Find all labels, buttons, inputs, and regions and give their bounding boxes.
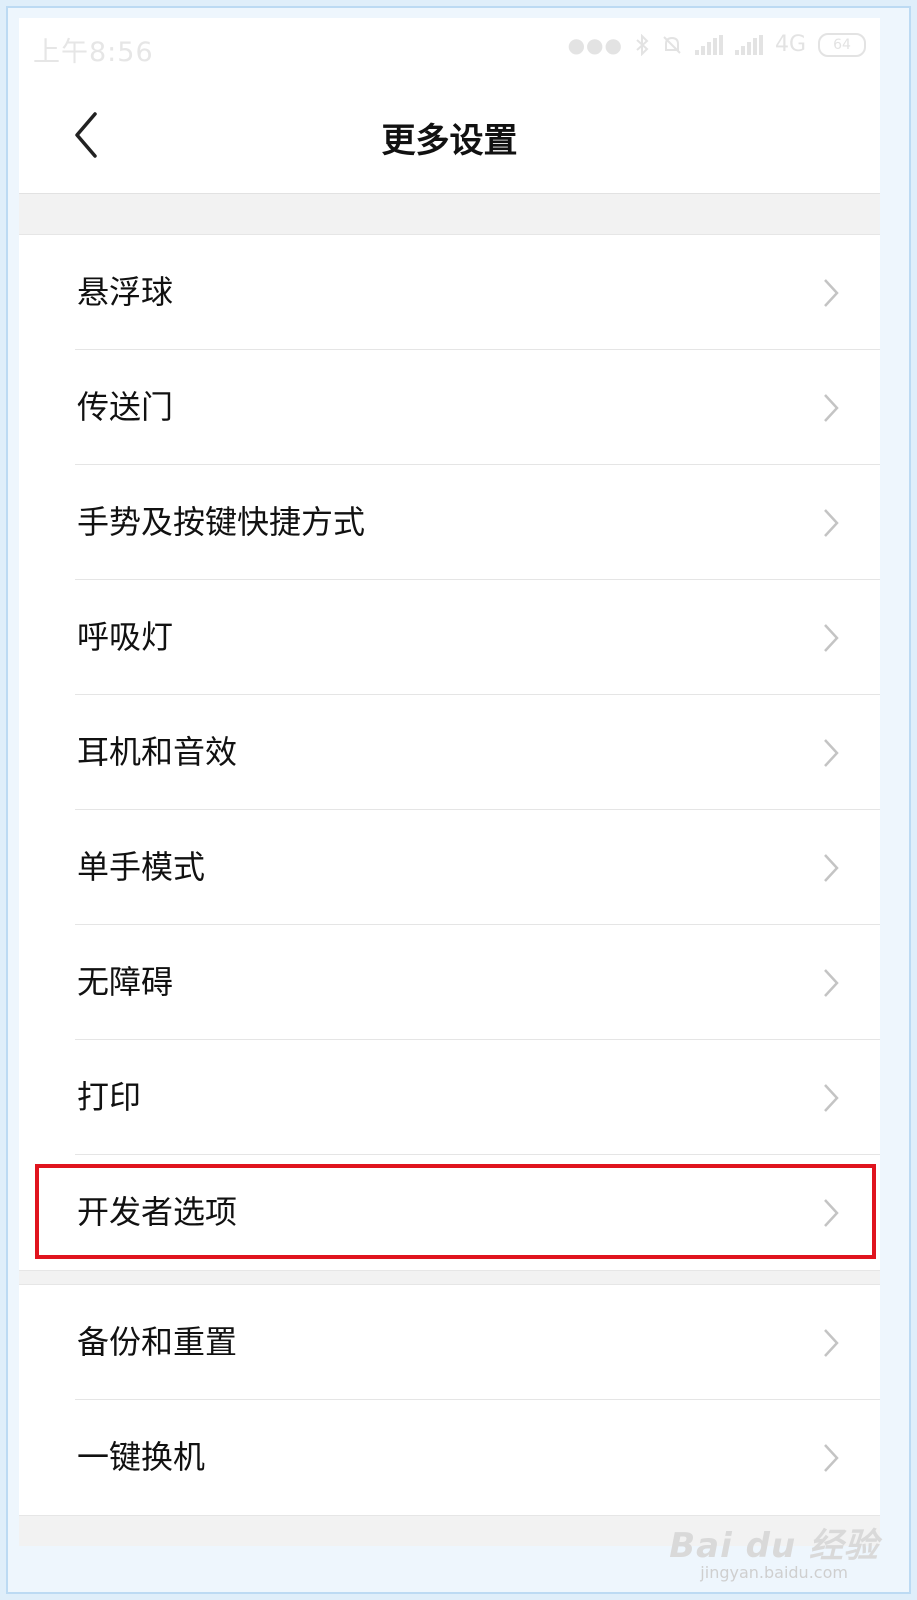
battery-icon: 64 [818,32,866,57]
item-label: 备份和重置 [77,1323,238,1361]
status-time: 上午8:56 [33,37,154,68]
status-icons: ●●● 4G 64 [568,32,866,57]
chevron-right-icon [824,1084,839,1112]
settings-item-developer-options[interactable]: 开发者选项 [19,1155,880,1270]
item-label: 一键换机 [77,1438,206,1476]
dots-icon: ●●● [567,32,623,57]
item-label: 传送门 [77,388,174,426]
phone-screen: 上午8:56 ●●● 4G 64 更多设置 悬浮球 传送门 手势及按键快捷方式 … [19,18,880,1546]
settings-group-2: 备份和重置 一键换机 [19,1284,880,1516]
mute-icon [663,35,681,54]
chevron-right-icon [824,1444,839,1472]
chevron-right-icon [824,1199,839,1227]
item-label: 单手模式 [77,848,206,886]
chevron-right-icon [824,279,839,307]
signal-icon [694,34,723,55]
settings-item-portal[interactable]: 传送门 [19,350,880,465]
chevron-right-icon [824,624,839,652]
chevron-right-icon [824,1329,839,1357]
item-label: 呼吸灯 [77,618,174,656]
chevron-right-icon [824,969,839,997]
watermark-url: jingyan.baidu.com [700,1563,848,1582]
settings-item-one-handed-mode[interactable]: 单手模式 [19,810,880,925]
settings-item-notification-light[interactable]: 呼吸灯 [19,580,880,695]
baidu-watermark: Bai du 经验 jingyan.baidu.com [669,1518,879,1582]
item-label: 悬浮球 [77,273,174,311]
settings-item-floating-ball[interactable]: 悬浮球 [19,235,880,350]
item-label: 耳机和音效 [77,733,238,771]
settings-item-accessibility[interactable]: 无障碍 [19,925,880,1040]
item-label: 手势及按键快捷方式 [77,503,366,541]
chevron-right-icon [824,509,839,537]
chevron-right-icon [824,394,839,422]
item-label: 开发者选项 [77,1193,238,1231]
network-type: 4G [774,32,806,57]
item-label: 无障碍 [77,963,174,1001]
settings-group-1: 悬浮球 传送门 手势及按键快捷方式 呼吸灯 耳机和音效 单手模式 无障碍 打印 … [19,234,880,1271]
settings-item-gesture-shortcuts[interactable]: 手势及按键快捷方式 [19,465,880,580]
item-label: 打印 [77,1078,142,1116]
chevron-right-icon [824,739,839,767]
settings-item-printing[interactable]: 打印 [19,1040,880,1155]
watermark-brand: Bai du 经验 [669,1526,879,1566]
page-title: 更多设置 [381,121,518,161]
settings-item-backup-reset[interactable]: 备份和重置 [19,1285,880,1400]
settings-item-headphones-audio[interactable]: 耳机和音效 [19,695,880,810]
status-bar: 上午8:56 ●●● 4G 64 [19,18,880,80]
bluetooth-icon [636,33,649,56]
chevron-right-icon [824,854,839,882]
signal-icon [734,34,763,55]
settings-item-phone-migration[interactable]: 一键换机 [19,1400,880,1515]
page-header: 更多设置 [19,80,880,194]
